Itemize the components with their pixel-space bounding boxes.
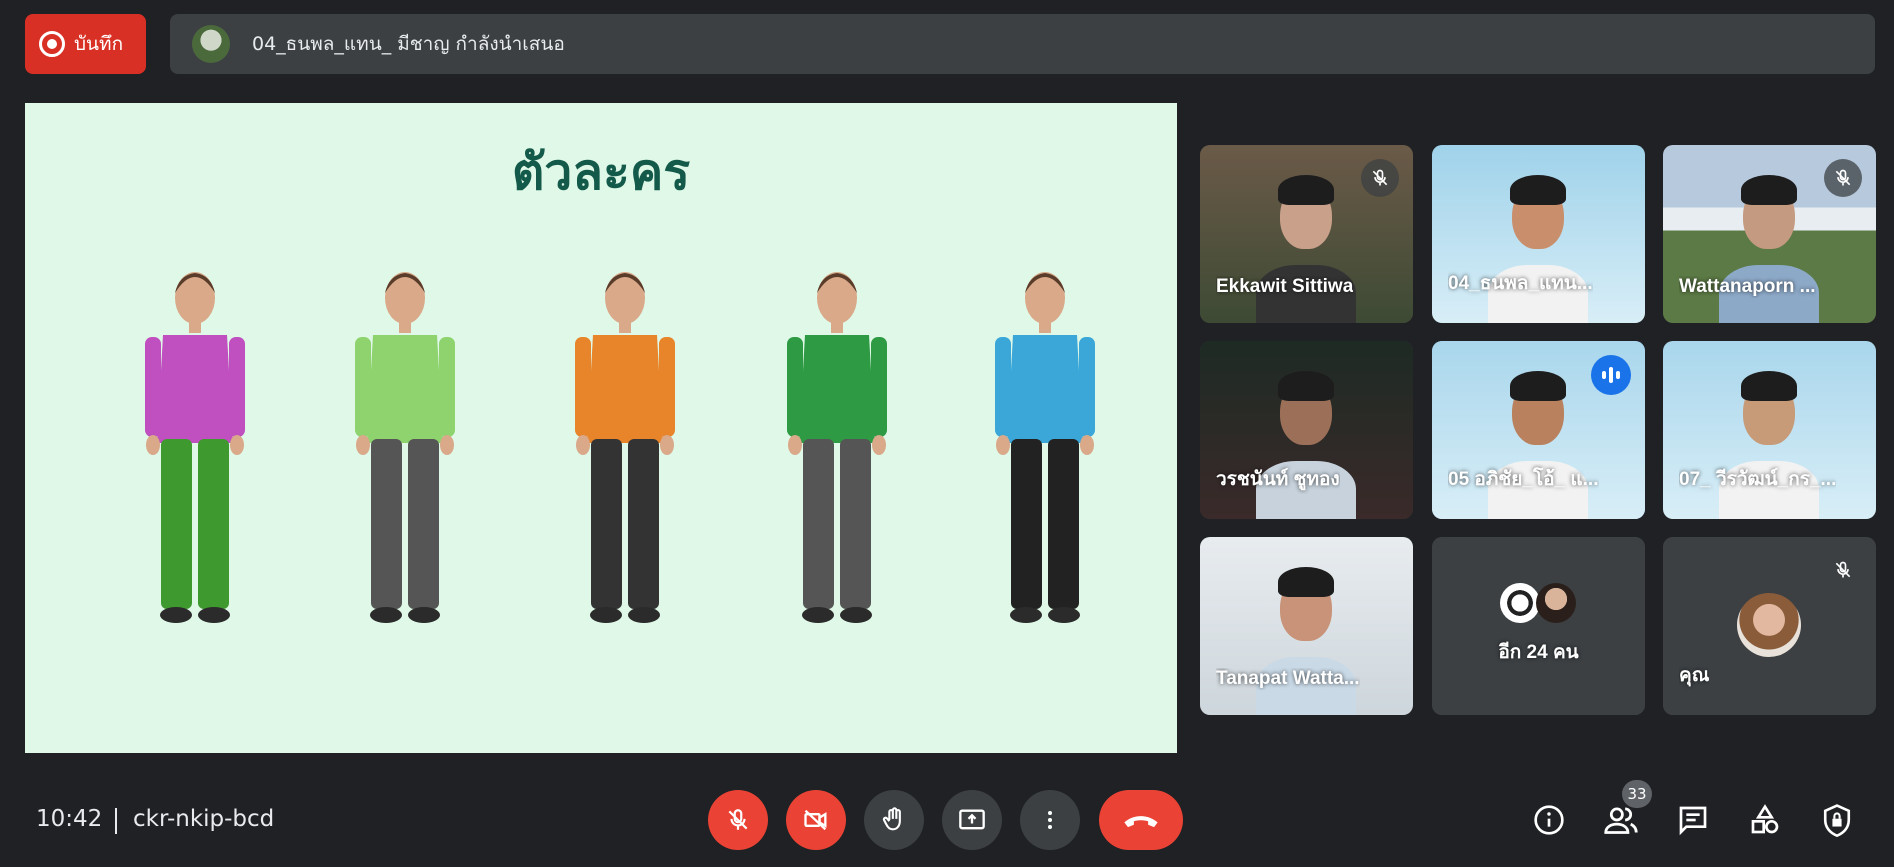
raise-hand-button[interactable] xyxy=(864,790,924,850)
participant-tile[interactable]: วรชนันท์ ชูทอง xyxy=(1200,341,1413,519)
end-call-button[interactable] xyxy=(1099,790,1183,850)
recording-button[interactable]: บันทึก xyxy=(25,14,146,74)
participant-name: 04_ธนพล_แทน... xyxy=(1448,273,1593,294)
mic-off-icon xyxy=(1372,169,1388,186)
participant-tile[interactable]: Ekkawit Sittiwa xyxy=(1200,145,1413,323)
participant-name: อีก 24 คน xyxy=(1498,642,1579,663)
character-figure: Recycle Man xyxy=(757,253,917,723)
video-feed xyxy=(1432,537,1645,715)
participant-muted-indicator xyxy=(1361,159,1399,197)
participant-name: คุณ xyxy=(1679,665,1710,686)
chat-icon xyxy=(1679,806,1707,836)
people-icon xyxy=(1604,807,1638,834)
character-figure: Reduce Girl xyxy=(545,253,705,723)
chat-button[interactable] xyxy=(1673,800,1713,840)
meeting-code: ckr-nkip-bcd xyxy=(133,806,275,832)
more-vert-icon xyxy=(1048,811,1052,829)
meeting-details-button[interactable] xyxy=(1529,800,1569,840)
presenter-banner-text: 04_ธนพล_แทน_ มีชาญ กำลังนำเสนอ xyxy=(252,33,565,55)
participant-tile[interactable]: Tanapat Watta... xyxy=(1200,537,1413,715)
present-now-button[interactable] xyxy=(942,790,1002,850)
camera-off-icon xyxy=(804,809,827,831)
participant-hair xyxy=(1741,371,1797,401)
participant-tile[interactable]: 07_ วีรวัฒน์_กร_... xyxy=(1663,341,1876,519)
meeting-time: 10:42 xyxy=(36,806,103,832)
presenter-avatar xyxy=(192,25,230,63)
presenter-banner: 04_ธนพล_แทน_ มีชาญ กำลังนำเสนอ xyxy=(170,14,1875,74)
mic-off-icon xyxy=(1835,169,1851,186)
info-icon xyxy=(1534,805,1564,835)
hand-icon xyxy=(882,807,901,831)
record-icon xyxy=(39,31,65,57)
present-screen-icon xyxy=(959,809,985,830)
mic-off-icon xyxy=(728,809,748,830)
participant-name: 05 อภิชัย_โอ้_ แ... xyxy=(1448,469,1599,490)
character-illustration xyxy=(145,272,245,623)
recording-label: บันทึก xyxy=(74,33,124,55)
speaking-indicator xyxy=(1591,355,1631,395)
participant-name: วรชนันท์ ชูทอง xyxy=(1216,469,1340,490)
character-illustration xyxy=(575,272,675,623)
activities-button[interactable] xyxy=(1745,800,1785,840)
participant-tile[interactable]: อีก 24 คน xyxy=(1432,537,1645,715)
participant-tile[interactable]: คุณ xyxy=(1663,537,1876,715)
participant-hair xyxy=(1278,371,1334,401)
mic-off-icon xyxy=(1835,561,1851,578)
avatar xyxy=(1737,593,1801,657)
participant-hair xyxy=(1278,175,1334,205)
slide-title: ตัวละคร xyxy=(511,144,691,200)
activities-icon xyxy=(1751,804,1779,834)
participant-hair xyxy=(1741,175,1797,205)
participant-hair xyxy=(1510,371,1566,401)
participant-name: Wattanaporn ... xyxy=(1679,276,1816,297)
character-figure: Reuse Boy xyxy=(965,253,1125,723)
participant-muted-indicator xyxy=(1824,159,1862,197)
participant-tile[interactable]: Wattanaporn ... xyxy=(1663,145,1876,323)
character-illustration xyxy=(995,272,1095,623)
avatar xyxy=(1500,583,1540,623)
avatar xyxy=(1536,583,1576,623)
participant-name: Tanapat Watta... xyxy=(1216,668,1360,689)
mic-toggle-button[interactable] xyxy=(708,790,768,850)
participant-tile[interactable]: 04_ธนพล_แทน... xyxy=(1432,145,1645,323)
participant-hair xyxy=(1278,567,1334,597)
character-figure: ต้นกล้า xyxy=(115,253,275,723)
host-controls-button[interactable] xyxy=(1817,800,1857,840)
presentation-slide: ตัวละคร ต้นกล้า xyxy=(25,103,1177,753)
participant-name: Ekkawit Sittiwa xyxy=(1216,276,1354,297)
character-illustration xyxy=(787,272,887,623)
participant-muted-indicator xyxy=(1824,551,1862,589)
participant-hair xyxy=(1510,175,1566,205)
people-count-badge: 33 xyxy=(1622,780,1652,808)
participant-tile[interactable]: 05 อภิชัย_โอ้_ แ... xyxy=(1432,341,1645,519)
end-call-icon xyxy=(1124,816,1158,828)
character-figure: ฟ้าใส xyxy=(325,253,485,723)
character-illustration xyxy=(355,272,455,623)
shield-lock-icon xyxy=(1823,804,1851,837)
camera-toggle-button[interactable] xyxy=(786,790,846,850)
participant-name: 07_ วีรวัฒน์_กร_... xyxy=(1679,469,1837,490)
divider xyxy=(115,808,117,834)
more-options-button[interactable] xyxy=(1020,790,1080,850)
